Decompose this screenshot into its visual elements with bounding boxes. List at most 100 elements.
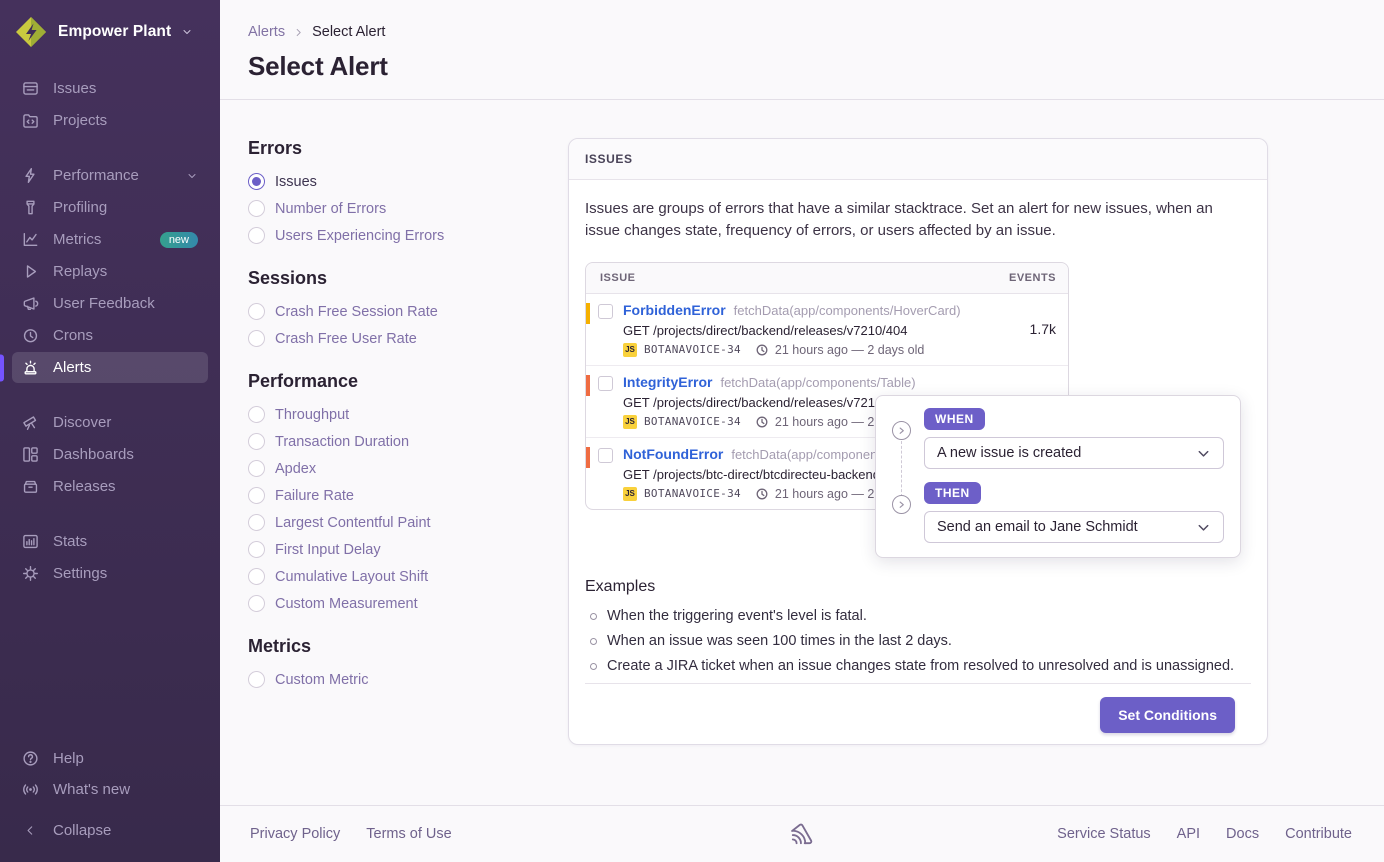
collapse-button[interactable]: Collapse: [12, 815, 208, 846]
sidebar-nav: Issues Projects Performance Profiling: [0, 59, 220, 743]
radio-icon[interactable]: [248, 433, 265, 450]
radio-icon[interactable]: [248, 541, 265, 558]
row-checkbox[interactable]: [598, 376, 613, 391]
sidebar-bottom: Help What's new: [0, 743, 220, 805]
collapse-row: Collapse: [0, 805, 220, 862]
radio-option-number-of-errors[interactable]: Number of Errors: [248, 200, 568, 217]
app-window: Empower Plant Issues Projects Performanc…: [0, 0, 1384, 862]
sentry-logo-icon: [789, 822, 815, 846]
radio-icon[interactable]: [248, 227, 265, 244]
radio-option-custom-metric[interactable]: Custom Metric: [248, 671, 568, 688]
chevron-left-icon: [22, 822, 39, 839]
row-checkbox[interactable]: [598, 448, 613, 463]
sidebar-item-stats[interactable]: Stats: [12, 526, 208, 557]
sidebar-item-label: What's new: [53, 781, 130, 798]
radio-label: Crash Free User Rate: [275, 331, 417, 347]
radio-label: Issues: [275, 174, 317, 190]
chevron-down-icon: [181, 26, 193, 38]
sidebar-item-label: Releases: [53, 478, 116, 495]
sidebar-item-label: User Feedback: [53, 295, 155, 312]
group-title: Metrics: [248, 636, 568, 657]
sidebar-item-metrics[interactable]: Metrics new: [12, 224, 208, 255]
group-errors: Errors Issues Number of Errors Users Exp…: [248, 138, 568, 244]
footer-right-links: Service Status API Docs Contribute: [1057, 826, 1352, 842]
radio-option-cumulative-layout-shift[interactable]: Cumulative Layout Shift: [248, 568, 568, 585]
breadcrumb-alerts-link[interactable]: Alerts: [248, 24, 285, 40]
radio-icon[interactable]: [248, 330, 265, 347]
docs-link[interactable]: Docs: [1226, 826, 1259, 842]
then-badge: THEN: [924, 482, 981, 504]
radio-icon[interactable]: [248, 568, 265, 585]
radio-option-apdex[interactable]: Apdex: [248, 460, 568, 477]
radio-option-failure-rate[interactable]: Failure Rate: [248, 487, 568, 504]
sidebar-item-alerts[interactable]: Alerts: [12, 352, 208, 383]
javascript-platform-icon: JS: [623, 487, 637, 501]
issues-icon: [22, 80, 39, 97]
radio-icon[interactable]: [248, 487, 265, 504]
radio-option-crash-free-user-rate[interactable]: Crash Free User Rate: [248, 330, 568, 347]
row-checkbox[interactable]: [598, 304, 613, 319]
radio-icon[interactable]: [248, 514, 265, 531]
page-footer: Privacy Policy Terms of Use Service Stat…: [220, 805, 1384, 862]
example-item: When an issue was seen 100 times in the …: [585, 633, 1251, 649]
radio-option-crash-free-session-rate[interactable]: Crash Free Session Rate: [248, 303, 568, 320]
sidebar-item-dashboards[interactable]: Dashboards: [12, 439, 208, 470]
table-row[interactable]: ForbiddenError fetchData(app/components/H…: [586, 294, 1068, 366]
radio-icon[interactable]: [248, 200, 265, 217]
then-select[interactable]: Send an email to Jane Schmidt: [924, 511, 1224, 543]
radio-option-transaction-duration[interactable]: Transaction Duration: [248, 433, 568, 450]
radio-icon[interactable]: [248, 671, 265, 688]
sidebar-item-help[interactable]: Help: [12, 743, 208, 774]
javascript-platform-icon: JS: [623, 415, 637, 429]
chevron-down-icon: [1196, 446, 1211, 461]
sidebar-item-whats-new[interactable]: What's new: [12, 774, 208, 805]
sidebar-item-profiling[interactable]: Profiling: [12, 192, 208, 223]
issue-title-link[interactable]: IntegrityError: [623, 374, 712, 390]
sidebar-item-label: Issues: [53, 80, 96, 97]
radio-option-issues[interactable]: Issues: [248, 173, 568, 190]
api-link[interactable]: API: [1177, 826, 1200, 842]
megaphone-icon: [22, 295, 39, 312]
issue-culprit: fetchData(app/components/HoverCard): [734, 303, 961, 318]
radio-label: Number of Errors: [275, 201, 386, 217]
privacy-policy-link[interactable]: Privacy Policy: [250, 826, 340, 842]
radio-option-custom-measurement[interactable]: Custom Measurement: [248, 595, 568, 612]
radio-icon[interactable]: [248, 303, 265, 320]
issue-title-link[interactable]: NotFoundError: [623, 446, 723, 462]
issue-title-link[interactable]: ForbiddenError: [623, 302, 726, 318]
terms-of-use-link[interactable]: Terms of Use: [366, 826, 451, 842]
sidebar-item-issues[interactable]: Issues: [12, 73, 208, 104]
set-conditions-button[interactable]: Set Conditions: [1100, 697, 1235, 733]
bar-chart-icon: [22, 533, 39, 550]
radio-option-largest-contentful-paint[interactable]: Largest Contentful Paint: [248, 514, 568, 531]
contribute-link[interactable]: Contribute: [1285, 826, 1352, 842]
radio-icon[interactable]: [248, 460, 265, 477]
gear-icon: [22, 565, 39, 582]
sidebar-item-releases[interactable]: Releases: [12, 471, 208, 502]
sidebar-item-discover[interactable]: Discover: [12, 407, 208, 438]
sidebar-item-settings[interactable]: Settings: [12, 558, 208, 589]
rule-rail: [892, 408, 912, 543]
radio-option-throughput[interactable]: Throughput: [248, 406, 568, 423]
main-area: Alerts Select Alert Select Alert Errors …: [220, 0, 1384, 862]
radio-option-first-input-delay[interactable]: First Input Delay: [248, 541, 568, 558]
sidebar-item-projects[interactable]: Projects: [12, 105, 208, 136]
org-name: Empower Plant: [58, 23, 171, 41]
sidebar-item-performance[interactable]: Performance: [12, 160, 208, 191]
org-switcher[interactable]: Empower Plant: [0, 0, 220, 59]
issue-short-id: BOTANAVOICE-34: [644, 415, 741, 428]
sidebar-item-replays[interactable]: Replays: [12, 256, 208, 287]
sidebar-item-user-feedback[interactable]: User Feedback: [12, 288, 208, 319]
sidebar-item-label: Dashboards: [53, 446, 134, 463]
breadcrumb-current: Select Alert: [312, 24, 385, 40]
radio-selected-icon[interactable]: [248, 173, 265, 190]
issue-short-id: BOTANAVOICE-34: [644, 343, 741, 356]
examples-title: Examples: [585, 578, 1251, 596]
when-select[interactable]: A new issue is created: [924, 437, 1224, 469]
sidebar-item-crons[interactable]: Crons: [12, 320, 208, 351]
service-status-link[interactable]: Service Status: [1057, 826, 1151, 842]
radio-icon[interactable]: [248, 406, 265, 423]
radio-icon[interactable]: [248, 595, 265, 612]
radio-option-users-experiencing-errors[interactable]: Users Experiencing Errors: [248, 227, 568, 244]
level-indicator: [586, 303, 590, 324]
